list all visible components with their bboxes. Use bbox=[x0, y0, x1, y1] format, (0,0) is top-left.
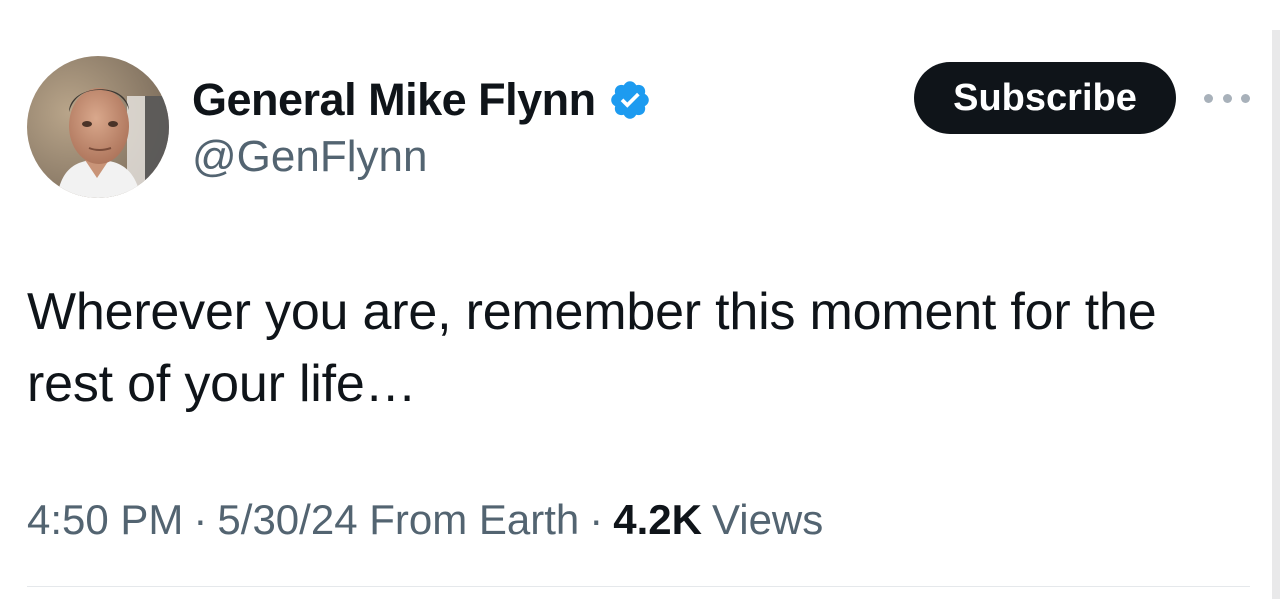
subscribe-button[interactable]: Subscribe bbox=[914, 62, 1176, 134]
tweet-text: Wherever you are, remember this moment f… bbox=[27, 283, 1157, 413]
more-dot bbox=[1204, 93, 1213, 103]
scroll-edge bbox=[1272, 30, 1280, 599]
meta-separator: · bbox=[193, 496, 208, 543]
author-handle[interactable]: @GenFlynn bbox=[192, 132, 427, 182]
verified-badge-icon[interactable] bbox=[608, 78, 652, 122]
tweet-metadata: 4:50 PM · 5/30/24 From Earth · 4.2K View… bbox=[27, 496, 823, 544]
more-dot bbox=[1241, 93, 1250, 103]
author-display-name[interactable]: General Mike Flynn bbox=[192, 74, 596, 126]
tweet-card: General Mike Flynn @GenFlynn Subscribe W… bbox=[0, 0, 1280, 599]
views-count: 4.2K bbox=[613, 496, 702, 543]
tweet-time[interactable]: 4:50 PM bbox=[27, 496, 183, 544]
avatar-photo-icon bbox=[27, 56, 169, 198]
meta-separator: · bbox=[589, 496, 604, 543]
more-dot bbox=[1222, 93, 1232, 103]
author-name-row: General Mike Flynn bbox=[192, 72, 652, 128]
tweet-date-source[interactable]: 5/30/24 From Earth bbox=[217, 496, 579, 544]
views-label: Views bbox=[711, 496, 824, 543]
divider bbox=[27, 586, 1250, 587]
more-options-icon[interactable] bbox=[1204, 88, 1250, 108]
avatar[interactable] bbox=[27, 56, 169, 198]
